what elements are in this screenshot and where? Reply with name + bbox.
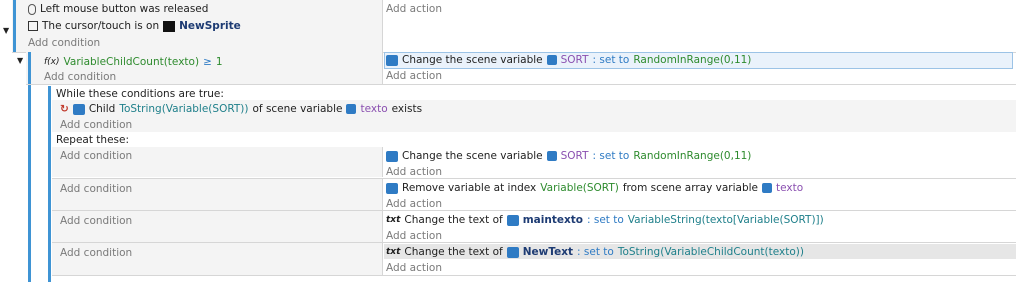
- variable-icon: [546, 55, 557, 65]
- scene-variable-icon: [386, 54, 398, 66]
- action-change-scene-variable[interactable]: Change the scene variable SORT : set to …: [386, 54, 751, 66]
- variable-condition-icon: ↻: [60, 103, 69, 115]
- text-icon: txt: [386, 247, 401, 257]
- condition-child-exists[interactable]: ↻ Child ToString(Variable(SORT)) of scen…: [60, 103, 422, 115]
- divider: [382, 0, 383, 52]
- variable-icon: [546, 151, 557, 161]
- condition-operator: ≥: [203, 56, 212, 68]
- add-condition-link[interactable]: Add condition: [44, 71, 116, 83]
- event-1-bar: [13, 0, 16, 52]
- condition-child-count[interactable]: f(x) VariableChildCount(texto) ≥ 1: [44, 56, 223, 68]
- scene-variable-icon: [386, 150, 398, 162]
- variable-icon: [346, 104, 357, 114]
- condition-cursor-on-object[interactable]: The cursor/touch is on NewSprite: [28, 20, 241, 32]
- text-object-icon: [506, 246, 519, 258]
- action-value: RandomInRange(0,11): [633, 54, 752, 66]
- operator-text: : set to: [592, 54, 630, 66]
- action-index: Variable(SORT): [540, 182, 619, 194]
- divider: [382, 147, 383, 177]
- text-object-icon: [506, 214, 519, 226]
- condition-text: Left mouse button was released: [40, 3, 209, 15]
- variable-icon: [762, 183, 773, 193]
- divider: [382, 179, 383, 210]
- event-2-bar: [28, 52, 31, 282]
- scene-variable-icon: [72, 103, 85, 115]
- subevent-2-bar: [48, 179, 51, 210]
- collapse-arrow-icon[interactable]: ▼: [17, 56, 23, 65]
- divider: [382, 52, 383, 84]
- object-name: NewSprite: [179, 20, 241, 32]
- add-action-link[interactable]: Add action: [386, 70, 442, 82]
- action-text: Change the scene variable: [402, 54, 543, 66]
- condition-mouse-released[interactable]: Left mouse button was released: [28, 3, 208, 15]
- condition-value: 1: [215, 56, 223, 68]
- scene-variable-icon: [386, 182, 398, 194]
- add-action-link[interactable]: Add action: [386, 198, 442, 210]
- action-value: ToString(VariableChildCount(texto)): [617, 246, 804, 258]
- condition-text: Child: [88, 103, 116, 115]
- action-text: Remove variable at index: [402, 182, 537, 194]
- add-action-link[interactable]: Add action: [386, 262, 442, 274]
- condition-text: of scene variable: [252, 103, 343, 115]
- condition-text: The cursor/touch is on: [42, 20, 160, 32]
- variable-name: SORT: [560, 54, 589, 66]
- divider: [52, 275, 1016, 276]
- divider: [382, 243, 383, 275]
- action-remove-variable-at-index[interactable]: Remove variable at index Variable(SORT) …: [386, 182, 803, 194]
- variable-name: texto: [360, 103, 388, 115]
- cursor-icon: [28, 21, 38, 31]
- add-condition-link[interactable]: Add condition: [60, 183, 132, 195]
- add-condition-link[interactable]: Add condition: [60, 215, 132, 227]
- add-action-link[interactable]: Add action: [386, 230, 442, 242]
- collapse-arrow-icon[interactable]: ▼: [3, 26, 9, 35]
- subevent-3-bar: [48, 211, 51, 242]
- add-action-link[interactable]: Add action: [386, 166, 442, 178]
- text-icon: txt: [386, 215, 401, 225]
- operator-text: : set to: [592, 150, 630, 162]
- variable-name: texto: [776, 182, 804, 194]
- object-name: maintexto: [522, 214, 583, 226]
- action-value: RandomInRange(0,11): [633, 150, 752, 162]
- action-change-text[interactable]: txt Change the text of NewText : set to …: [386, 246, 804, 258]
- action-text: Change the scene variable: [402, 150, 543, 162]
- subevent-4-bar: [48, 243, 51, 275]
- add-action-link[interactable]: Add action: [386, 3, 442, 15]
- operator-text: : set to: [586, 214, 624, 226]
- repeat-header: Repeat these:: [56, 134, 129, 146]
- add-condition-link[interactable]: Add condition: [60, 247, 132, 259]
- add-condition-link[interactable]: Add condition: [60, 150, 132, 162]
- condition-text: exists: [391, 103, 423, 115]
- action-value: VariableString(texto[Variable(SORT)]): [627, 214, 824, 226]
- action-text: Change the text of: [404, 214, 503, 226]
- condition-expression: ToString(Variable(SORT)): [119, 103, 249, 115]
- divider: [26, 84, 1016, 85]
- add-condition-link[interactable]: Add condition: [60, 119, 132, 131]
- fx-icon: f(x): [44, 57, 60, 67]
- sprite-icon: [163, 20, 176, 32]
- subevent-1-bar: [48, 147, 51, 177]
- while-header: While these conditions are true:: [56, 88, 224, 100]
- condition-expression: VariableChildCount(texto): [63, 56, 200, 68]
- action-change-text[interactable]: txt Change the text of maintexto : set t…: [386, 214, 824, 226]
- operator-text: : set to: [577, 246, 614, 258]
- mouse-icon: [28, 3, 36, 15]
- action-text: Change the text of: [404, 246, 503, 258]
- action-change-scene-variable[interactable]: Change the scene variable SORT : set to …: [386, 150, 751, 162]
- variable-name: SORT: [560, 150, 589, 162]
- divider: [382, 211, 383, 242]
- add-condition-link[interactable]: Add condition: [28, 37, 100, 49]
- action-text: from scene array variable: [622, 182, 759, 194]
- object-name: NewText: [522, 246, 574, 258]
